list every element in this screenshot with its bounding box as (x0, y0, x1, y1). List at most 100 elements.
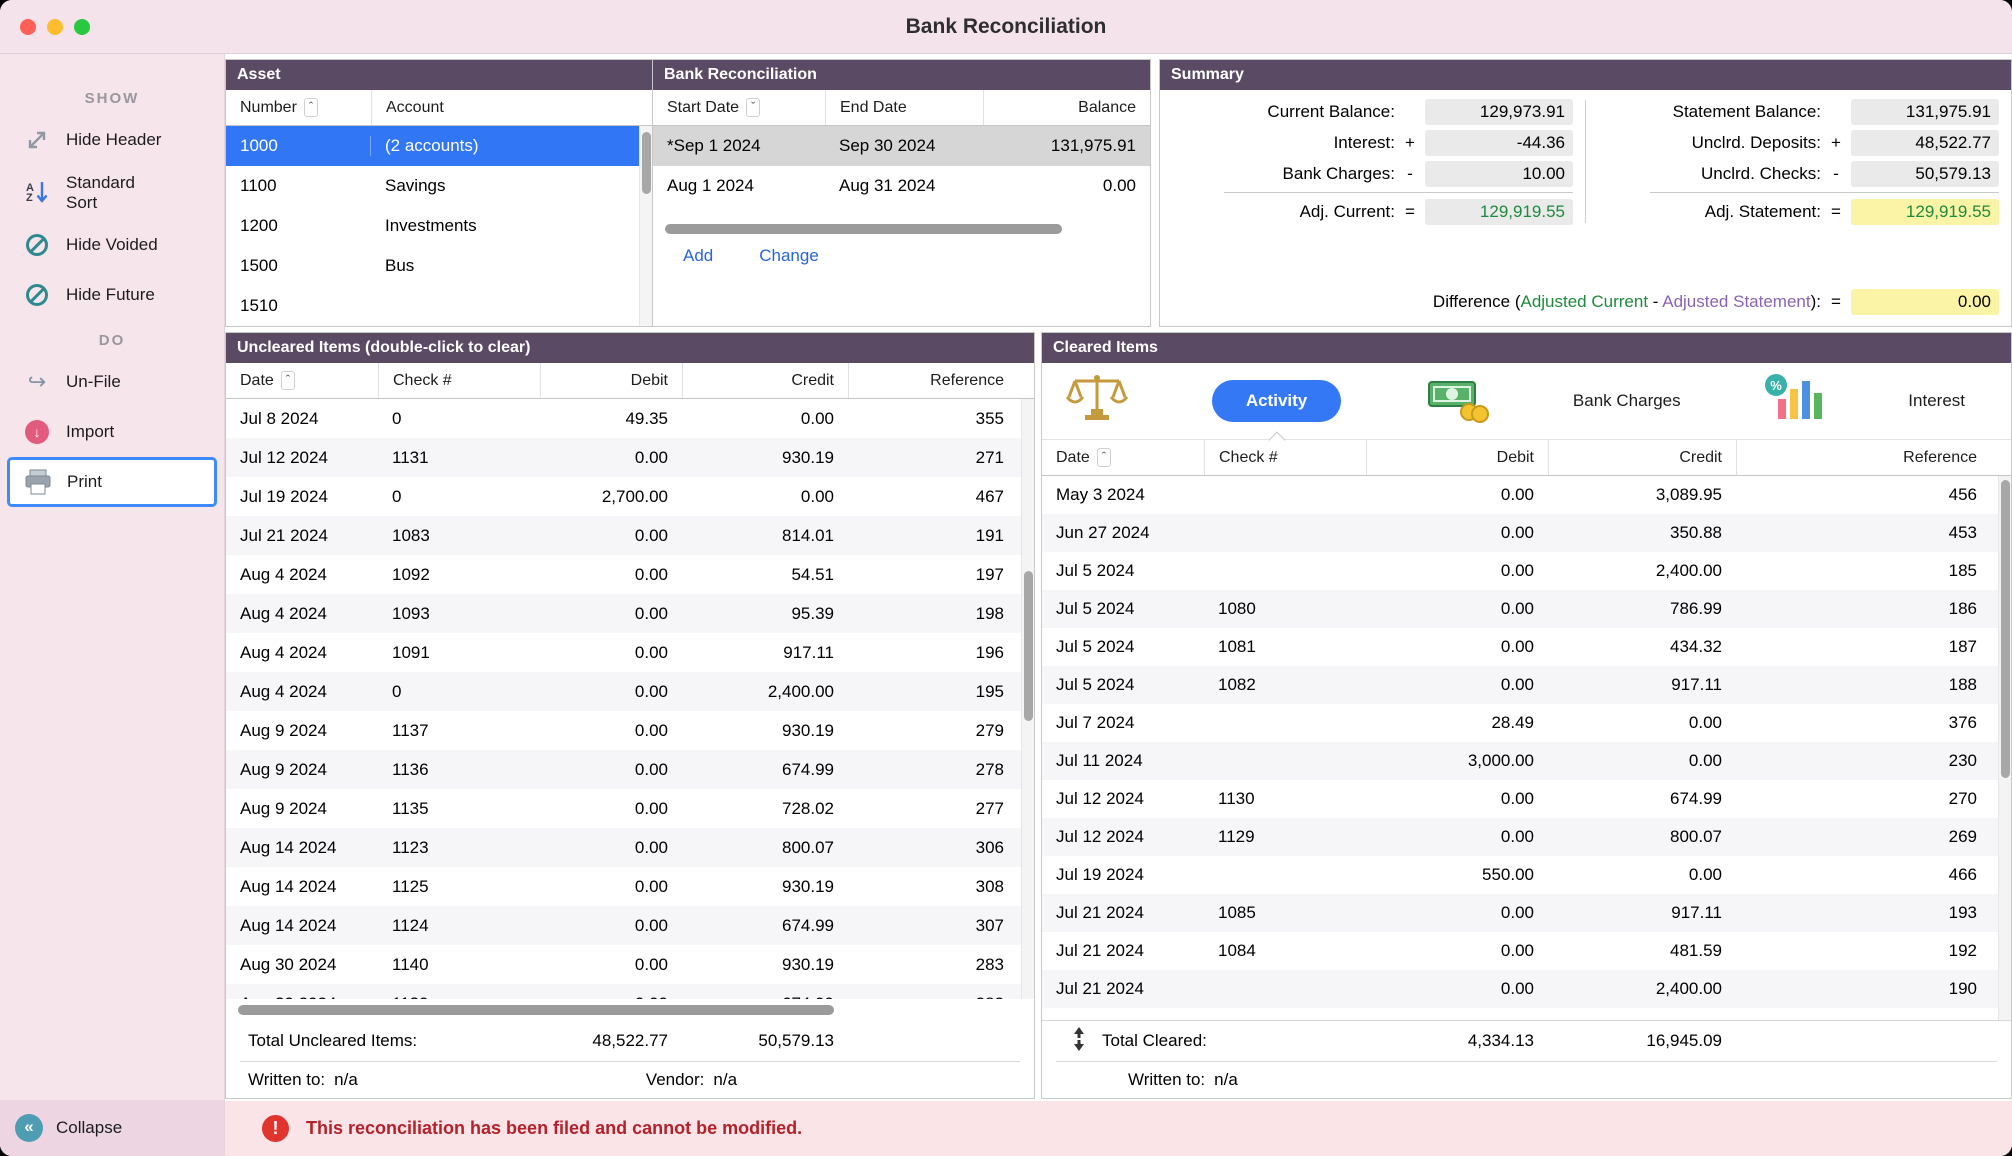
uncleared-table-body: Jul 8 2024 0 49.35 0.00 355 Jul 12 2024 … (226, 399, 1034, 999)
minimize-window-button[interactable] (47, 19, 63, 35)
uncleared-row[interactable]: Aug 4 2024 1093 0.00 95.39 198 (226, 594, 1034, 633)
collapse-control[interactable]: « Collapse (0, 1100, 224, 1156)
tab-bank-charges[interactable]: Bank Charges (1573, 391, 1681, 411)
reconciliation-row[interactable]: *Sep 1 2024 Sep 30 2024 131,975.91 (653, 126, 1150, 166)
column-header-number[interactable]: Numberˆ (226, 90, 371, 125)
asset-row[interactable]: 1000 (2 accounts) (226, 126, 652, 166)
scrollbar-thumb[interactable] (665, 224, 1062, 234)
uncleared-totals-label: Total Uncleared Items: (226, 1031, 540, 1051)
credit-cell: 2,400.00 (682, 682, 848, 702)
uncleared-row[interactable]: Aug 14 2024 1124 0.00 674.99 307 (226, 906, 1034, 945)
reconciliation-row[interactable]: Aug 1 2024 Aug 31 2024 0.00 (653, 166, 1150, 206)
uncleared-panel-header: Uncleared Items (double-click to clear) (226, 333, 1034, 363)
cleared-row[interactable]: Jul 5 2024 0.00 2,400.00 185 (1042, 552, 2011, 590)
cleared-total-credit: 16,945.09 (1548, 1031, 1736, 1051)
sidebar-item-hide-voided[interactable]: Hide Voided (0, 220, 224, 270)
uncleared-row[interactable]: Aug 14 2024 1123 0.00 800.07 306 (226, 828, 1034, 867)
column-header-check[interactable]: Check # (378, 363, 540, 398)
balance-cell: 0.00 (983, 176, 1150, 196)
change-link[interactable]: Change (759, 246, 819, 266)
asset-row[interactable]: 1200 Investments (226, 206, 652, 246)
debit-cell: 0.00 (540, 955, 682, 975)
uncleared-row[interactable]: Jul 19 2024 0 2,700.00 0.00 467 (226, 477, 1034, 516)
uncleared-row[interactable]: Aug 9 2024 1137 0.00 930.19 279 (226, 711, 1034, 750)
debit-cell: 0.00 (1366, 789, 1548, 809)
add-link[interactable]: Add (683, 246, 713, 266)
uncleared-row[interactable]: Aug 4 2024 1091 0.00 917.11 196 (226, 633, 1034, 672)
scrollbar-thumb[interactable] (2001, 480, 2010, 778)
column-header-date[interactable]: Dateˆ (226, 363, 378, 398)
column-header-date[interactable]: Dateˆ (1042, 440, 1204, 475)
column-header-end-date[interactable]: End Date (825, 90, 983, 125)
cleared-row[interactable]: May 3 2024 0.00 3,089.95 456 (1042, 476, 2011, 514)
uncleared-row[interactable]: Jul 21 2024 1083 0.00 814.01 191 (226, 516, 1034, 555)
date-cell: Jul 21 2024 (1042, 941, 1204, 961)
uncleared-row[interactable]: Aug 4 2024 1092 0.00 54.51 197 (226, 555, 1034, 594)
reference-cell: 279 (848, 721, 1034, 741)
debit-cell: 0.00 (540, 526, 682, 546)
date-cell: Aug 30 2024 (226, 955, 378, 975)
cleared-row[interactable]: Jun 27 2024 0.00 350.88 453 (1042, 514, 2011, 552)
column-header-start-date[interactable]: Start Dateˇ (653, 90, 825, 125)
asset-row[interactable]: 1100 Savings (226, 166, 652, 206)
sidebar-item-import[interactable]: ↓ Import (0, 407, 224, 457)
cleared-row[interactable]: Jul 5 2024 1082 0.00 917.11 188 (1042, 666, 2011, 704)
column-header-debit[interactable]: Debit (540, 363, 682, 398)
scrollbar-thumb[interactable] (238, 1005, 834, 1015)
close-window-button[interactable] (20, 19, 36, 35)
interest-value: -44.36 (1425, 130, 1573, 156)
cleared-row[interactable]: Jul 5 2024 1080 0.00 786.99 186 (1042, 590, 2011, 628)
uncleared-row[interactable]: Aug 9 2024 1136 0.00 674.99 278 (226, 750, 1034, 789)
cleared-row[interactable]: Jul 12 2024 1129 0.00 800.07 269 (1042, 818, 2011, 856)
scrollbar-thumb[interactable] (1024, 571, 1033, 721)
debit-cell: 0.00 (1366, 637, 1548, 657)
uncleared-row[interactable]: Jul 12 2024 1131 0.00 930.19 271 (226, 438, 1034, 477)
sidebar-item-print[interactable]: Print (7, 457, 217, 507)
reference-cell: 190 (1736, 979, 2011, 999)
uncleared-row[interactable]: Aug 4 2024 0 0.00 2,400.00 195 (226, 672, 1034, 711)
credit-cell: 930.19 (682, 955, 848, 975)
check-number-cell: 1093 (378, 604, 540, 624)
reference-cell: 196 (848, 643, 1034, 663)
asset-row[interactable]: 1510 (226, 286, 652, 326)
uncleared-row[interactable]: Aug 30 2024 1140 0.00 930.19 283 (226, 945, 1034, 984)
column-header-balance[interactable]: Balance (983, 90, 1150, 125)
cleared-row[interactable]: Jul 12 2024 1130 0.00 674.99 270 (1042, 780, 2011, 818)
cleared-row[interactable]: Jul 25 2024 (Auto-Draw) 0.00 39.95 239 (1042, 1008, 2011, 1020)
bankrec-column-headers: Start Dateˇ End Date Balance (653, 90, 1150, 126)
column-header-credit[interactable]: Credit (1548, 440, 1736, 475)
debit-cell: 0.00 (540, 916, 682, 936)
uncleared-row[interactable]: Aug 30 2024 1139 0.00 674.99 282 (226, 984, 1034, 999)
cleared-row[interactable]: Jul 19 2024 550.00 0.00 466 (1042, 856, 2011, 894)
sidebar-item-hide-future[interactable]: Hide Future (0, 270, 224, 320)
column-header-account[interactable]: Account (371, 90, 652, 125)
uncleared-row[interactable]: Aug 14 2024 1125 0.00 930.19 308 (226, 867, 1034, 906)
reference-cell: 239 (1736, 1017, 2011, 1020)
date-cell: Jul 8 2024 (226, 409, 378, 429)
tab-interest[interactable]: Interest (1908, 391, 1965, 411)
column-header-debit[interactable]: Debit (1366, 440, 1548, 475)
asset-row[interactable]: 1500 Bus (226, 246, 652, 286)
sidebar-item-label: Import (66, 422, 114, 442)
sidebar-item-standard-sort[interactable]: AZ Standard Sort (0, 165, 224, 220)
tab-activity[interactable]: Activity (1212, 380, 1341, 422)
cleared-row[interactable]: Jul 21 2024 1084 0.00 481.59 192 (1042, 932, 2011, 970)
cleared-row[interactable]: Jul 5 2024 1081 0.00 434.32 187 (1042, 628, 2011, 666)
sidebar-item-un-file[interactable]: ↪ Un-File (0, 357, 224, 407)
zoom-window-button[interactable] (74, 19, 90, 35)
column-header-check[interactable]: Check # (1204, 440, 1366, 475)
sidebar-item-hide-header[interactable]: Hide Header (0, 115, 224, 165)
written-to-label: Written to: (248, 1070, 325, 1090)
cleared-row[interactable]: Jul 21 2024 0.00 2,400.00 190 (1042, 970, 2011, 1008)
cleared-row[interactable]: Jul 11 2024 3,000.00 0.00 230 (1042, 742, 2011, 780)
scrollbar-thumb[interactable] (642, 132, 651, 194)
uncleared-row[interactable]: Jul 8 2024 0 49.35 0.00 355 (226, 399, 1034, 438)
vendor-value: n/a (713, 1070, 737, 1090)
cleared-table-body: May 3 2024 0.00 3,089.95 456 Jun 27 2024… (1042, 476, 2011, 1020)
uncleared-row[interactable]: Aug 9 2024 1135 0.00 728.02 277 (226, 789, 1034, 828)
column-header-credit[interactable]: Credit (682, 363, 848, 398)
column-header-reference[interactable]: Reference (848, 363, 1034, 398)
cleared-row[interactable]: Jul 21 2024 1085 0.00 917.11 193 (1042, 894, 2011, 932)
column-header-reference[interactable]: Reference (1736, 440, 2011, 475)
cleared-row[interactable]: Jul 7 2024 28.49 0.00 376 (1042, 704, 2011, 742)
